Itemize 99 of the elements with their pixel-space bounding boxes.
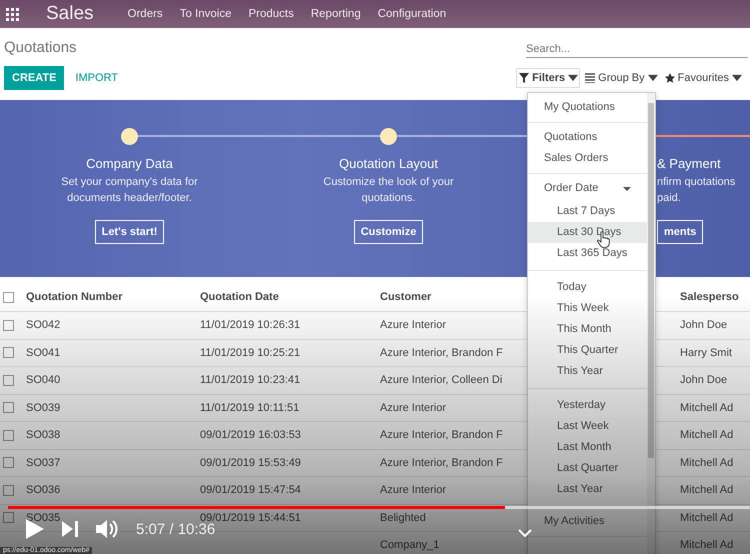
caret-icon <box>732 73 742 83</box>
checkbox[interactable] <box>3 292 14 302</box>
star-dropdown-button[interactable]: Favourites <box>662 68 744 88</box>
column-header[interactable]: Customer <box>380 291 432 303</box>
filter-group[interactable]: Order Date <box>528 178 647 199</box>
table-cell: Azure Interior, Brandon F <box>380 456 503 469</box>
step-description: Customize the look of your quotations. <box>322 175 455 206</box>
menu-item[interactable]: Configuration <box>378 8 446 20</box>
checkbox[interactable] <box>3 374 14 386</box>
table-cell: SO040 <box>26 374 60 386</box>
filter-option[interactable]: Quotations <box>528 127 647 148</box>
step-title: Company Data <box>86 156 173 171</box>
apps-grid-icon[interactable] <box>6 8 19 20</box>
menu-item[interactable]: Orders <box>128 8 163 20</box>
step-dot <box>121 128 138 145</box>
table-cell: SO042 <box>26 319 60 332</box>
menu-item[interactable]: To Invoice <box>180 8 232 20</box>
list-icon <box>585 73 596 83</box>
skip-next-icon[interactable] <box>62 521 78 537</box>
table-cell: 11/01/2019 10:25:21 <box>200 346 300 359</box>
filter-option[interactable]: Last Month <box>528 437 647 458</box>
column-header[interactable]: Salesperso <box>680 291 739 303</box>
chevron-down-icon[interactable] <box>518 528 532 538</box>
table-cell: Mitchell Ad <box>680 512 734 524</box>
checkbox[interactable] <box>3 347 14 358</box>
column-header[interactable]: Quotation Date <box>200 291 279 303</box>
filter-option[interactable]: Last 365 Days <box>528 243 647 264</box>
table-cell: Azure Interior <box>380 402 446 414</box>
page-title: Quotations <box>4 39 77 56</box>
menu-item[interactable]: Reporting <box>310 8 361 20</box>
caret-icon <box>648 73 658 83</box>
table-cell: Mitchell Ad <box>680 456 734 469</box>
table-cell: John Doe <box>680 374 728 386</box>
checkbox[interactable] <box>3 320 14 331</box>
table-cell: John Doe <box>680 319 728 332</box>
table-cell: 09/01/2019 15:53:49 <box>200 456 301 469</box>
filter-option[interactable]: Last 7 Days <box>528 201 647 222</box>
step-title: & Payment <box>657 156 721 171</box>
checkbox[interactable] <box>3 484 14 496</box>
table-cell: Azure Interior <box>380 319 446 332</box>
filter-option[interactable]: Sales Orders <box>528 148 647 169</box>
step-description: nfirm quotations paid. <box>657 175 736 206</box>
filter-option[interactable]: Last Week <box>528 416 647 437</box>
filter-option[interactable]: This Year <box>528 361 647 382</box>
filter-option[interactable]: Today <box>528 277 647 298</box>
table-cell: Belighted <box>380 512 426 524</box>
table-cell: Harry Smit <box>680 346 732 359</box>
table-cell: SO036 <box>26 484 60 496</box>
filter-option[interactable]: This Week <box>528 298 647 319</box>
filter-option[interactable]: Last Year <box>528 479 647 500</box>
filter-option[interactable]: This Month <box>528 319 647 340</box>
filter-option[interactable]: Yesterday <box>528 395 647 416</box>
table-cell: 09/01/2019 16:03:53 <box>200 429 301 442</box>
filter-option[interactable]: Last 30 Days <box>528 222 647 243</box>
step-description: Set your company's data for documents header/footer. <box>60 175 199 206</box>
table-cell: 11/01/2019 10:26:31 <box>200 319 300 332</box>
scrollbar[interactable] <box>647 93 655 554</box>
group-dropdown-button[interactable]: Group By <box>582 68 660 88</box>
filter-option[interactable]: My Activities <box>528 511 647 532</box>
checkbox[interactable] <box>3 457 14 468</box>
table-cell: Mitchell Ad <box>680 484 734 496</box>
column-header[interactable]: Quotation Number <box>26 291 123 303</box>
step-button[interactable]: ments <box>657 220 704 244</box>
filter-option[interactable]: This Quarter <box>528 340 647 361</box>
star-icon <box>664 73 675 83</box>
table-cell: SO037 <box>26 456 60 469</box>
table-cell: 11/01/2019 10:23:41 <box>200 374 300 386</box>
table-cell: 09/01/2019 15:47:54 <box>200 484 301 496</box>
search-field[interactable]: Search... <box>526 41 748 58</box>
table-cell: SO041 <box>26 346 60 359</box>
checkbox[interactable] <box>3 512 14 524</box>
menu-item[interactable]: Products <box>248 8 294 20</box>
table-cell: Azure Interior, Colleen Di <box>380 374 502 386</box>
step-button[interactable]: Customize <box>354 220 424 244</box>
table-cell: Azure Interior, Brandon F <box>380 346 503 359</box>
step-dot <box>380 128 397 145</box>
table-cell: SO035 <box>26 512 60 524</box>
table-cell: 11/01/2019 10:11:51 <box>200 402 300 414</box>
filter-icon <box>519 73 530 83</box>
filter-option[interactable]: Last Quarter <box>528 458 647 479</box>
checkbox[interactable] <box>3 430 14 441</box>
table-cell: SO039 <box>26 402 60 414</box>
table-cell: Company_1 <box>380 539 440 552</box>
table-cell: Mitchell Ad <box>680 402 734 414</box>
table-cell: SO038 <box>26 429 60 442</box>
table-cell: Azure Interior, Brandon F <box>380 429 503 442</box>
app-title: Sales <box>46 3 94 25</box>
table-cell: Azure Interior <box>380 484 446 496</box>
checkbox[interactable] <box>3 402 14 414</box>
caret-icon <box>623 184 631 192</box>
step-button[interactable]: Let's start! <box>94 220 164 244</box>
filter-dropdown-button[interactable]: Filters <box>516 68 580 88</box>
caret-icon <box>568 73 578 83</box>
table-cell: Mitchell Ad <box>680 429 734 442</box>
step-title: Quotation Layout <box>338 156 438 171</box>
table-cell: Mitchell Ad <box>680 539 734 552</box>
filter-option[interactable]: My Quotations <box>528 97 647 118</box>
volume-icon[interactable] <box>96 519 118 539</box>
video-progress-bar[interactable] <box>8 506 750 509</box>
